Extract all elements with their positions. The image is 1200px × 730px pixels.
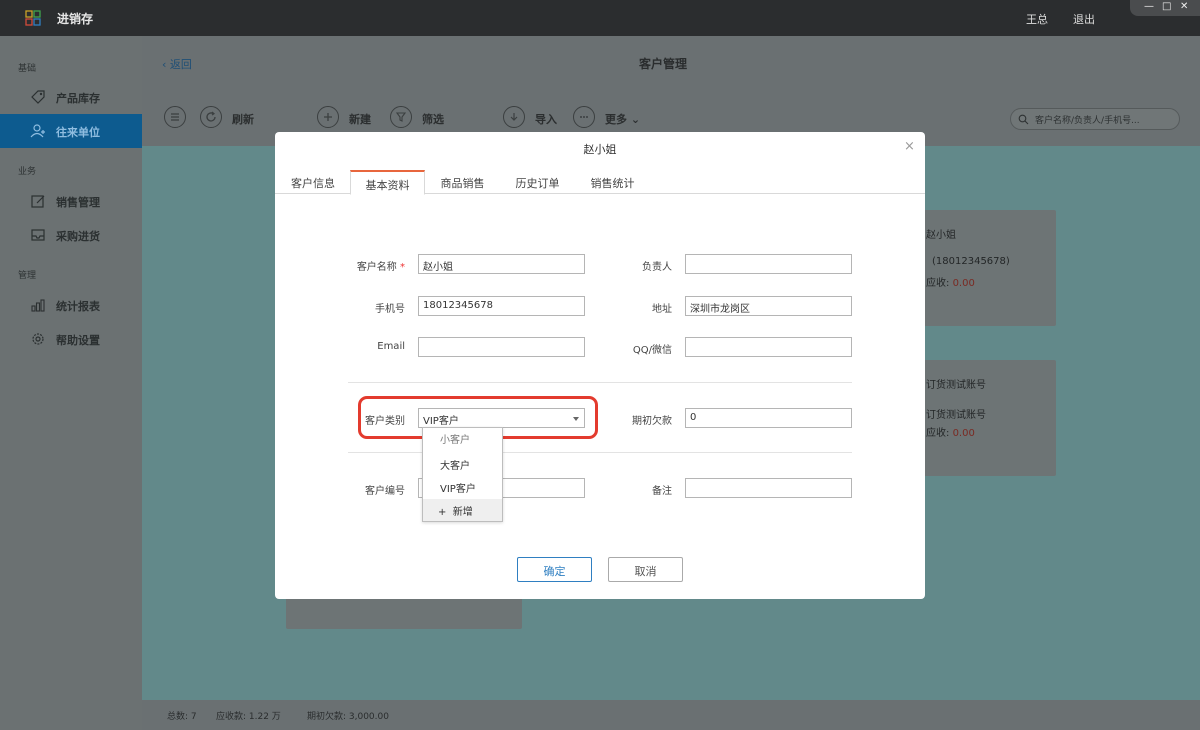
address-field[interactable]: 深圳市龙岗区 (685, 296, 852, 316)
app-logo-icon (25, 10, 41, 26)
search-box[interactable]: 客户名称/负责人/手机号... (1010, 108, 1180, 130)
sidebar-item-sales[interactable]: 销售管理 (0, 184, 142, 218)
phone-label: 手机号 (375, 304, 405, 315)
name-label: 客户名称 * (356, 262, 405, 273)
window-controls: — □ ✕ (1130, 0, 1200, 16)
tab-product-sales[interactable]: 商品销售 (430, 170, 495, 194)
status-footer: 总数: 7 应收款: 1.22 万 期初欠款: 3,000.00 (142, 700, 1200, 730)
email-field[interactable] (418, 337, 585, 357)
sidebar-item-label: 帮助设置 (56, 334, 100, 347)
confirm-button[interactable]: 确定 (517, 557, 592, 582)
tag-icon (31, 90, 45, 104)
owner-field[interactable] (685, 254, 852, 274)
user-name[interactable]: 王总 (1026, 11, 1048, 27)
tab-basic-info[interactable]: 基本资料 (350, 170, 425, 195)
sidebar-section-manage: 管理 (18, 271, 37, 281)
refresh-label: 刷新 (232, 113, 254, 126)
sidebar-item-label: 销售管理 (56, 196, 100, 209)
dropdown-option[interactable]: 大客户 (423, 453, 502, 475)
edit-icon (31, 195, 45, 208)
footer-total: 总数: 7 (167, 712, 197, 722)
initial-debt-field[interactable]: 0 (685, 408, 852, 428)
maximize-icon[interactable]: □ (1162, 1, 1171, 12)
import-label: 导入 (535, 113, 557, 126)
divider (348, 382, 852, 383)
gear-icon (32, 333, 44, 345)
inbox-icon (31, 229, 45, 241)
cancel-button[interactable]: 取消 (608, 557, 683, 582)
page-title: 客户管理 (639, 57, 688, 71)
tab-order-history[interactable]: 历史订单 (505, 170, 570, 194)
card-receivable: 应收: 0.00 (926, 428, 975, 439)
address-label: 地址 (652, 304, 672, 315)
dialog-tabs: 客户信息 基本资料 商品销售 历史订单 销售统计 (275, 170, 925, 195)
search-input[interactable]: 客户名称/负责人/手机号... (1035, 113, 1140, 126)
sidebar-section-basic: 基础 (18, 64, 37, 74)
owner-label: 负责人 (642, 262, 672, 273)
dropdown-add-option[interactable]: + 新增 (423, 499, 502, 521)
code-label: 客户编号 (365, 486, 405, 497)
chevron-down-icon: ⌄ (630, 113, 641, 126)
card-sub: 订货测试账号 (926, 410, 986, 421)
dropdown-option[interactable]: 小客户 (423, 428, 502, 449)
sidebar-item-settings[interactable]: 帮助设置 (0, 322, 142, 356)
logout-link[interactable]: 退出 (1073, 11, 1095, 27)
sidebar-item-reports[interactable]: 统计报表 (0, 288, 142, 322)
card-phone: (18012345678) (932, 256, 1010, 267)
initial-debt-label: 期初欠款 (632, 416, 672, 427)
card-receivable: 应收: 0.00 (926, 278, 975, 289)
menu-icon (164, 106, 186, 128)
contacts-icon (30, 124, 45, 138)
filter-icon (390, 106, 412, 128)
sidebar-item-contacts[interactable]: 往来单位 (0, 114, 142, 148)
sidebar: 基础 产品库存 往来单位 业务 销售管理 采购进货 管理 统计报表 帮助设置 (0, 36, 142, 730)
more-icon (573, 106, 595, 128)
dialog-title: 赵小姐 (583, 143, 617, 156)
plus-icon (317, 106, 339, 128)
qq-wechat-field[interactable] (685, 337, 852, 357)
back-link[interactable]: ‹ 返回 (162, 56, 192, 72)
remark-label: 备注 (652, 486, 672, 497)
card-name: 订货测试账号 (926, 380, 986, 391)
category-dropdown: 小客户 大客户 VIP客户 + 新增 (422, 427, 503, 522)
more-label: 更多 ⌄ (605, 113, 641, 126)
customer-dialog: 赵小姐 × 客户信息 基本资料 商品销售 历史订单 销售统计 客户名称 * 赵小… (275, 132, 925, 599)
close-icon[interactable]: × (904, 139, 915, 154)
sidebar-section-business: 业务 (18, 167, 37, 177)
app-title: 进销存 (57, 12, 94, 26)
close-window-icon[interactable]: ✕ (1180, 1, 1188, 12)
name-field[interactable]: 赵小姐 (418, 254, 585, 274)
filter-label: 筛选 (422, 113, 444, 126)
new-label: 新建 (349, 113, 371, 126)
footer-receivable: 应收款: 1.22 万 (216, 712, 281, 722)
sidebar-item-label: 产品库存 (56, 92, 100, 105)
main-header: ‹ 返回 客户管理 刷新 新建 筛选 导入 更多 ⌄ 客户名称/负责人/手机号.… (142, 36, 1200, 146)
phone-field[interactable]: 18012345678 (418, 296, 585, 316)
search-icon (1018, 114, 1029, 125)
email-label: Email (377, 341, 405, 352)
refresh-icon (200, 106, 222, 128)
dropdown-option[interactable]: VIP客户 (423, 476, 502, 498)
tab-sales-stats[interactable]: 销售统计 (580, 170, 645, 194)
sidebar-item-label: 往来单位 (56, 126, 100, 139)
sidebar-item-label: 采购进货 (56, 230, 100, 243)
remark-field[interactable] (685, 478, 852, 498)
download-icon (503, 106, 525, 128)
plus-icon: + (438, 507, 447, 518)
footer-initial-debt: 期初欠款: 3,000.00 (307, 712, 389, 722)
sidebar-item-purchase[interactable]: 采购进货 (0, 218, 142, 252)
bar-chart-icon (31, 299, 45, 312)
sidebar-item-product-stock[interactable]: 产品库存 (0, 80, 142, 114)
tab-customer-info[interactable]: 客户信息 (281, 170, 345, 194)
qq-wechat-label: QQ/微信 (632, 345, 672, 356)
minimize-icon[interactable]: — (1144, 1, 1154, 12)
sidebar-item-label: 统计报表 (56, 300, 100, 313)
card-name: 赵小姐 (926, 230, 956, 241)
title-bar: 进销存 王总 退出 — □ ✕ (0, 0, 1200, 36)
